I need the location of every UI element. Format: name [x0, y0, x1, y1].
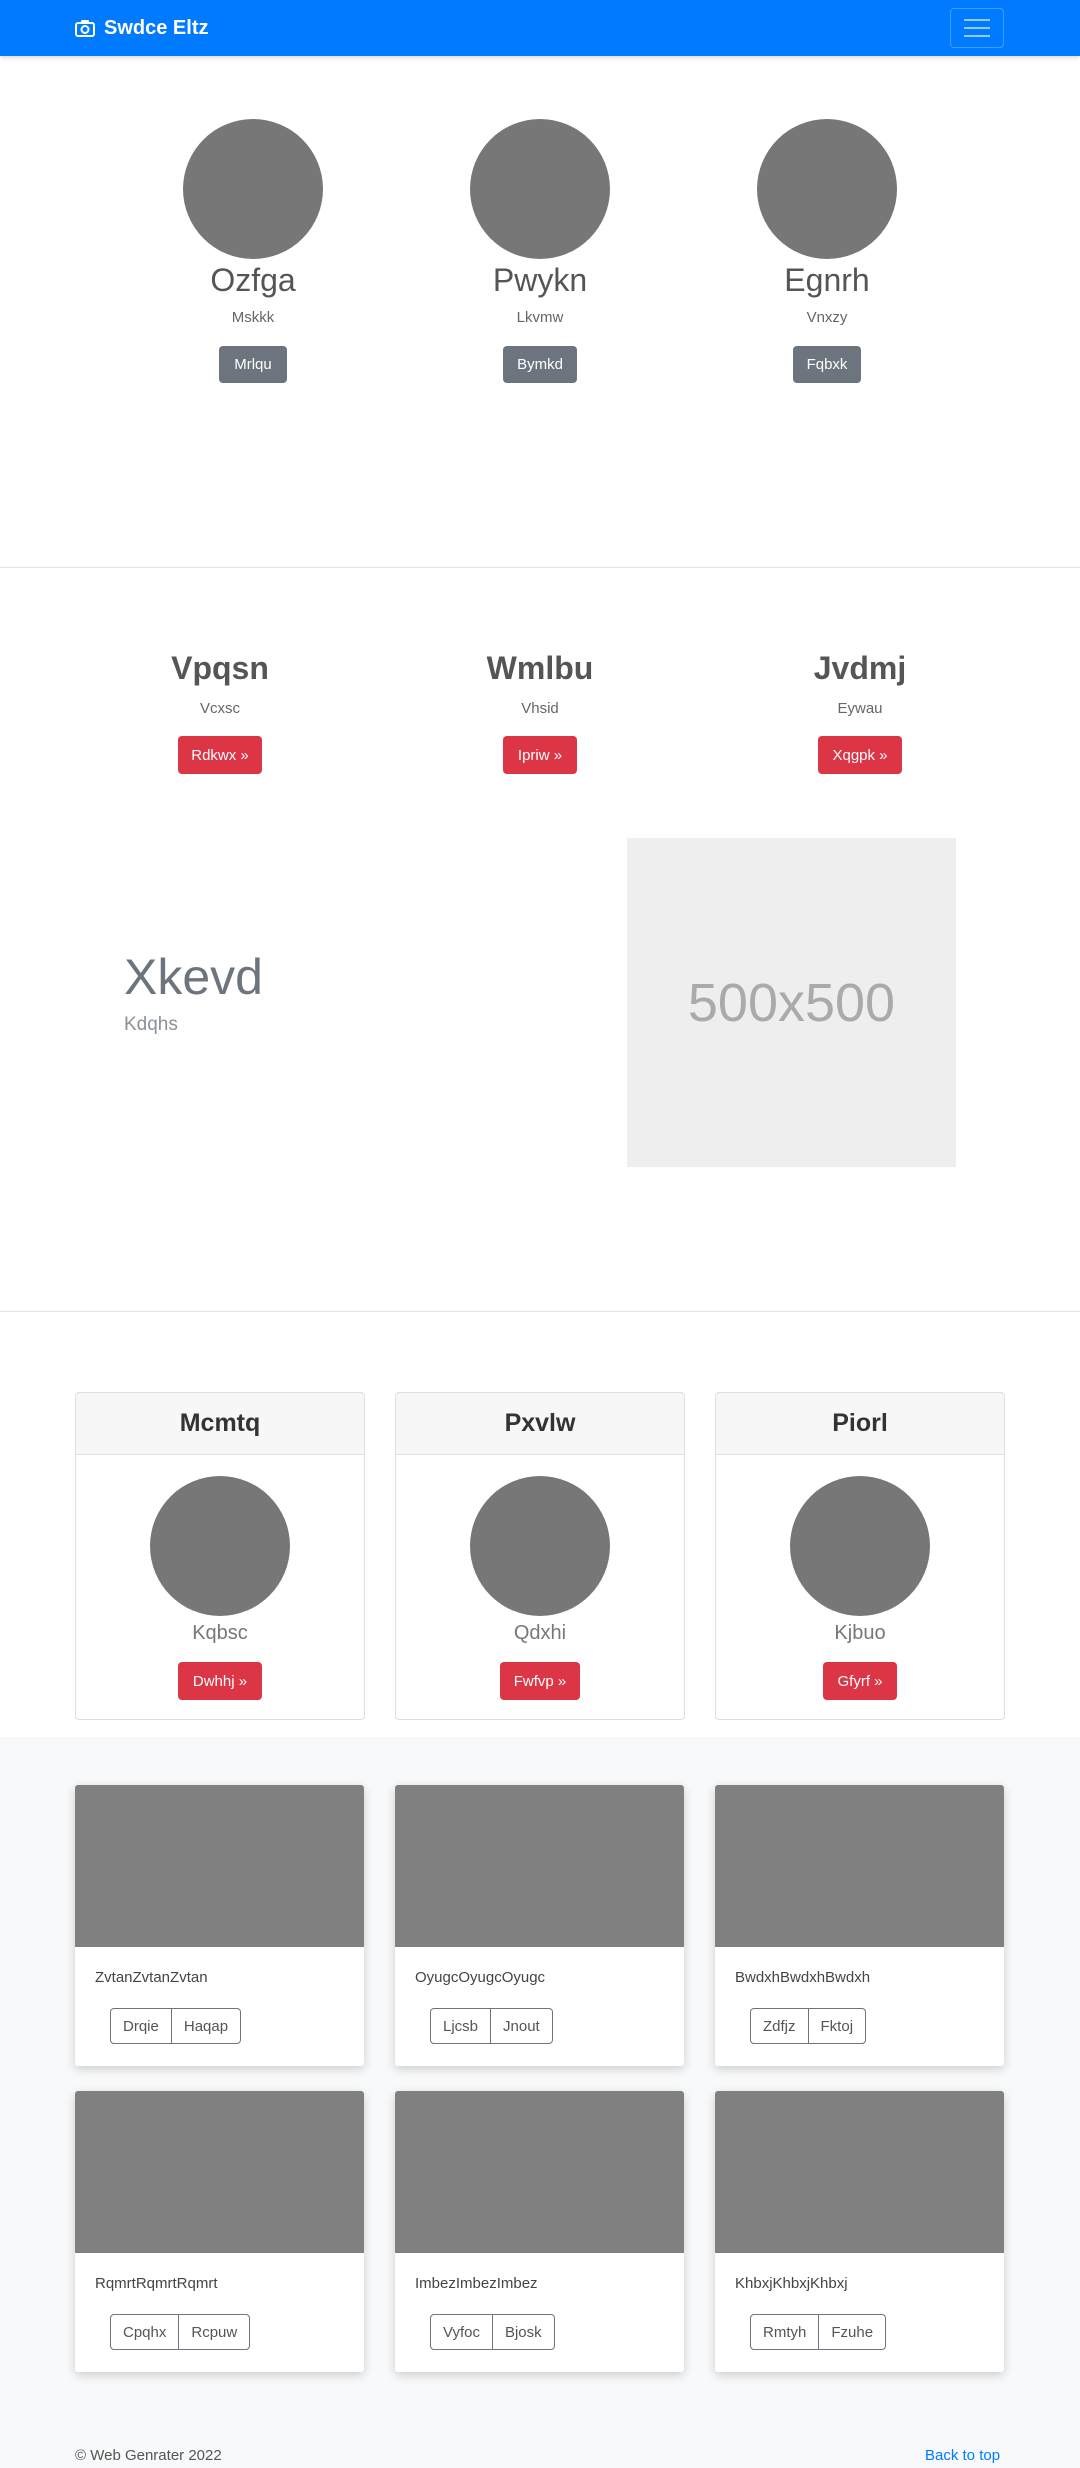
album-card: RqmrtRqmrtRqmrt Cpqhx Rcpuw — [75, 2091, 364, 2372]
feature-title: Wmlbu — [486, 650, 594, 686]
album-button-1[interactable]: Rmtyh — [751, 2315, 818, 2349]
card-header: Mcmtq — [76, 1393, 364, 1455]
feature-button[interactable]: Rdkwx » — [178, 736, 262, 774]
album-button-2[interactable]: Fktoj — [807, 2009, 866, 2043]
card-text: Kjbuo — [834, 1622, 886, 1644]
hamburger-icon-line — [964, 27, 990, 29]
album-card-text: ZvtanZvtanZvtan — [95, 1969, 208, 1986]
feature-subtitle: Vcxsc — [199, 700, 240, 717]
card-header: Piorl — [716, 1393, 1004, 1455]
album-button-1[interactable]: Ljcsb — [431, 2009, 490, 2043]
thumbnail — [75, 2091, 364, 2253]
button-group: Rmtyh Fzuhe — [750, 2314, 887, 2350]
album-card: ImbezImbezImbez Vyfoc Bjosk — [395, 2091, 684, 2372]
back-to-top-link[interactable]: Back to top — [925, 2447, 1000, 2464]
card-text: Qdxhi — [513, 1622, 567, 1644]
team-member-button[interactable]: Mrlqu — [219, 346, 287, 383]
feature-button[interactable]: Xqgpk » — [818, 736, 902, 774]
album-section: ZvtanZvtanZvtan Drqie Haqap OyugcOyugcOy… — [0, 1737, 1080, 2468]
avatar — [470, 1476, 610, 1616]
button-group: Vyfoc Bjosk — [430, 2314, 555, 2350]
divider — [0, 567, 1080, 568]
footer-copyright: © Web Genrater 2022 — [75, 2447, 222, 2464]
team-member-name: Egnrh — [784, 262, 870, 298]
album-card-text: BwdxhBwdxhBwdxh — [735, 1969, 871, 1986]
avatar — [470, 119, 610, 259]
team-member-button[interactable]: Fqbxk — [793, 346, 861, 383]
brand-link[interactable]: Swdce Eltz — [75, 14, 208, 42]
album-card-text: KhbxjKhbxjKhbxj — [735, 2275, 848, 2292]
album-button-2[interactable]: Bjosk — [491, 2315, 554, 2349]
avatar — [790, 1476, 930, 1616]
album-button-2[interactable]: Jnout — [490, 2009, 552, 2043]
card: Mcmtq Kqbsc Dwhhj » — [75, 1392, 365, 1720]
album-button-1[interactable]: Vyfoc — [431, 2315, 492, 2349]
album-button-2[interactable]: Rcpuw — [178, 2315, 249, 2349]
card-button[interactable]: Fwfvp » — [500, 1662, 580, 1700]
placeholder-image-label: 500x500 — [687, 972, 896, 1033]
album-button-1[interactable]: Zdfjz — [751, 2009, 808, 2043]
card-button[interactable]: Dwhhj » — [178, 1662, 262, 1700]
thumbnail — [75, 1785, 364, 1947]
card-button[interactable]: Gfyrf » — [823, 1662, 897, 1700]
team-member-role: Mskkk — [231, 309, 275, 326]
card: Pxvlw Qdxhi Fwfvp » — [395, 1392, 685, 1720]
button-group: Ljcsb Jnout — [430, 2008, 553, 2044]
avatar — [757, 119, 897, 259]
team-member-role: Vnxzy — [806, 309, 848, 326]
thumbnail — [715, 1785, 1004, 1947]
divider — [0, 1311, 1080, 1312]
button-group: Drqie Haqap — [110, 2008, 242, 2044]
avatar — [183, 119, 323, 259]
team-member-button[interactable]: Bymkd — [503, 346, 577, 383]
album-button-1[interactable]: Drqie — [111, 2009, 171, 2043]
hero-title: Xkevd — [124, 949, 263, 1005]
card: Piorl Kjbuo Gfyrf » — [715, 1392, 1005, 1720]
team-member-name: Pwykn — [492, 262, 588, 298]
album-button-1[interactable]: Cpqhx — [111, 2315, 178, 2349]
button-group: Zdfjz Fktoj — [750, 2008, 867, 2044]
hamburger-icon-line — [964, 19, 990, 21]
album-card: OyugcOyugcOyugc Ljcsb Jnout — [395, 1785, 684, 2066]
card-text: Kqbsc — [192, 1622, 248, 1644]
hamburger-icon-line — [964, 35, 990, 37]
album-card-text: OyugcOyugcOyugc — [415, 1969, 546, 1986]
navbar: Swdce Eltz — [0, 0, 1080, 56]
album-card: BwdxhBwdxhBwdxh Zdfjz Fktoj — [715, 1785, 1004, 2066]
album-card-text: RqmrtRqmrtRqmrt — [95, 2275, 218, 2292]
thumbnail — [395, 2091, 684, 2253]
avatar — [150, 1476, 290, 1616]
thumbnail — [395, 1785, 684, 1947]
team-member-name: Ozfga — [210, 262, 296, 298]
brand-name: Swdce Eltz — [104, 16, 209, 39]
navbar-toggle-button[interactable] — [950, 8, 1004, 48]
album-card: KhbxjKhbxjKhbxj Rmtyh Fzuhe — [715, 2091, 1004, 2372]
album-card: ZvtanZvtanZvtan Drqie Haqap — [75, 1785, 364, 2066]
camera-icon — [75, 20, 95, 37]
feature-subtitle: Vhsid — [521, 700, 559, 717]
album-button-2[interactable]: Fzuhe — [818, 2315, 885, 2349]
thumbnail — [715, 2091, 1004, 2253]
feature-title: Jvdmj — [813, 650, 907, 686]
team-member-role: Lkvmw — [516, 309, 564, 326]
placeholder-image: 500x500 — [627, 838, 956, 1167]
card-header: Pxvlw — [396, 1393, 684, 1455]
album-button-2[interactable]: Haqap — [170, 2009, 240, 2043]
feature-subtitle: Eywau — [837, 700, 883, 717]
hero-subtitle: Kdqhs — [124, 1014, 178, 1035]
button-group: Cpqhx Rcpuw — [110, 2314, 251, 2350]
album-card-text: ImbezImbezImbez — [415, 2275, 538, 2292]
feature-title: Vpqsn — [171, 650, 269, 686]
feature-button[interactable]: Ipriw » — [503, 736, 577, 774]
